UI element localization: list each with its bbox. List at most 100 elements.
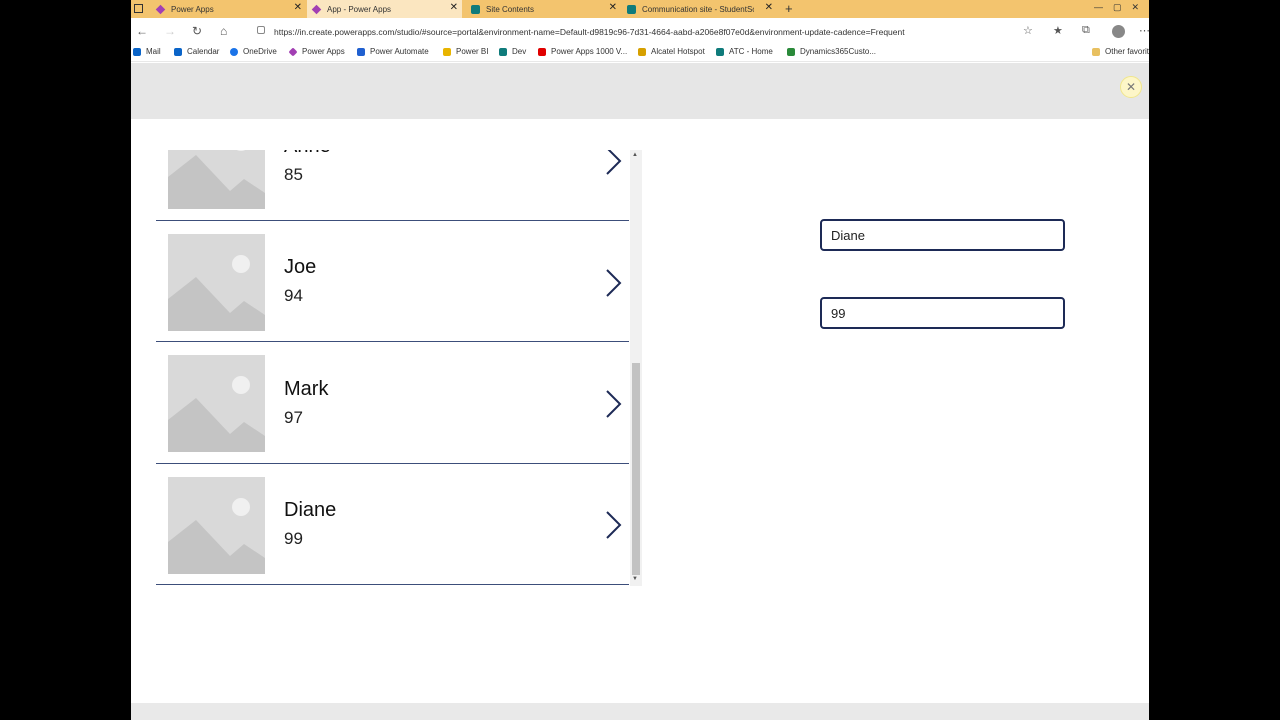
favorite-label: OneDrive [243,47,277,56]
favorite-onedrive[interactable]: OneDrive [230,47,277,56]
list-item[interactable]: Mark 97 [156,343,629,464]
chevron-right-icon[interactable] [604,389,622,419]
item-score: 99 [284,529,303,548]
outlook-icon [133,47,141,56]
scrollbar[interactable]: ▲ ▼ [630,150,642,586]
chevron-right-icon[interactable] [604,268,622,298]
status-bar [131,703,1149,720]
dynamics-icon [787,47,795,56]
add-favorite-icon[interactable]: ☆ [1023,24,1033,37]
favorite-atc-home[interactable]: ATC - Home [716,47,773,56]
tab-title: Communication site - StudentSc [642,4,754,14]
power-bi-icon [443,47,451,56]
tab-actions-icon[interactable] [134,4,143,13]
sharepoint-icon [716,47,724,56]
back-icon[interactable]: ← [136,22,148,40]
new-tab-button[interactable]: + [785,0,793,18]
window-controls[interactable]: —▢✕ [1094,0,1149,14]
tab-title: App - Power Apps [327,4,392,14]
powerapps-icon [155,4,166,14]
tab-power-apps[interactable]: Power Apps ✕ [155,0,306,18]
favorite-mail[interactable]: Mail [133,47,161,56]
favorite-label: Calendar [187,47,220,56]
favorites-bar: Mail Calendar OneDrive Power Apps Power … [131,44,1149,62]
name-input[interactable] [820,219,1065,251]
favorite-label: Alcatel Hotspot [651,47,705,56]
favorite-dynamics[interactable]: Dynamics365Custo... [787,47,876,56]
close-tab-icon[interactable]: ✕ [450,2,458,13]
favorite-power-automate[interactable]: Power Automate [357,47,429,56]
gallery[interactable]: Anne 85 Joe 94 Mark 97 [156,150,642,586]
tab-title: Power Apps [171,4,214,14]
alcatel-icon [638,47,646,56]
favorite-label: Power Automate [370,47,429,56]
profile-icon[interactable] [1112,25,1125,38]
favorite-label: ATC - Home [729,47,773,56]
image-placeholder-icon [168,150,265,209]
close-icon[interactable]: ✕ [1120,76,1142,98]
browser-window: Power Apps ✕ App - Power Apps ✕ Site Con… [131,0,1149,720]
favorite-label: Mail [146,47,161,56]
scroll-thumb[interactable] [632,363,640,575]
power-automate-icon [357,47,365,56]
score-input[interactable] [820,297,1065,329]
item-score: 94 [284,286,303,305]
item-score: 85 [284,165,303,184]
home-icon[interactable]: ⌂ [220,22,227,40]
tab-strip: Power Apps ✕ App - Power Apps ✕ Site Con… [131,0,1149,18]
close-tab-icon[interactable]: ✕ [765,2,773,13]
other-favorites[interactable]: Other favorit [1092,47,1149,56]
tab-app-power-apps[interactable]: App - Power Apps ✕ [307,0,462,18]
image-placeholder-icon [168,234,265,331]
item-name: Anne [284,150,331,158]
lock-icon[interactable] [257,26,265,34]
item-name: Mark [284,378,329,400]
forward-icon[interactable]: → [164,22,176,40]
tab-title: Site Contents [486,4,535,14]
address-bar: ← → ↻ ⌂ https://in.create.powerapps.com/… [131,18,1149,44]
close-tab-icon[interactable]: ✕ [294,2,302,13]
tab-site-contents[interactable]: Site Contents ✕ [471,0,621,18]
favorite-label: Power Apps 1000 V... [551,47,628,56]
favorite-power-apps[interactable]: Power Apps [288,46,345,57]
favorite-calendar[interactable]: Calendar [174,47,219,56]
favorite-alcatel-hotspot[interactable]: Alcatel Hotspot [638,47,705,56]
list-item[interactable]: Diane 99 [156,464,629,585]
item-name: Diane [284,499,337,521]
collections-icon[interactable]: ⧉ [1082,24,1090,37]
item-score: 97 [284,408,303,427]
favorite-power-bi[interactable]: Power BI [443,47,488,56]
sharepoint-icon [471,4,480,14]
favorites-icon[interactable]: ★ [1053,24,1063,37]
chevron-right-icon[interactable] [604,510,622,540]
scroll-down-icon[interactable]: ▼ [632,576,638,582]
close-tab-icon[interactable]: ✕ [609,2,617,13]
list-item[interactable]: Joe 94 [156,221,629,342]
image-placeholder-icon [168,355,265,452]
sharepoint-icon [627,4,636,14]
powerapps-icon [311,4,322,14]
url-field[interactable]: https://in.create.powerapps.com/studio/#… [274,27,905,37]
tab-communication-site[interactable]: Communication site - StudentSc ✕ [627,0,777,18]
favorite-label: Power Apps [302,47,345,56]
favorite-dev[interactable]: Dev [499,47,526,56]
sharepoint-icon [499,47,507,56]
refresh-icon[interactable]: ↻ [192,22,202,40]
favorite-label: Dynamics365Custo... [800,47,877,56]
item-name: Joe [284,256,317,278]
app-header [131,63,1149,119]
youtube-icon [538,47,546,56]
favorite-label: Dev [512,47,527,56]
list-item[interactable]: Anne 85 [156,150,629,221]
favorite-label: Other favorit [1105,47,1149,56]
favorite-label: Power BI [456,47,489,56]
onedrive-icon [230,47,238,56]
image-placeholder-icon [168,477,265,574]
favorite-power-apps-1000[interactable]: Power Apps 1000 V... [538,47,627,56]
calendar-icon [174,47,182,56]
chevron-right-icon[interactable] [604,150,622,176]
scroll-up-icon[interactable]: ▲ [632,152,638,158]
powerapps-icon [288,46,298,57]
folder-icon [1092,47,1100,56]
more-icon[interactable]: ⋯ [1139,24,1149,37]
